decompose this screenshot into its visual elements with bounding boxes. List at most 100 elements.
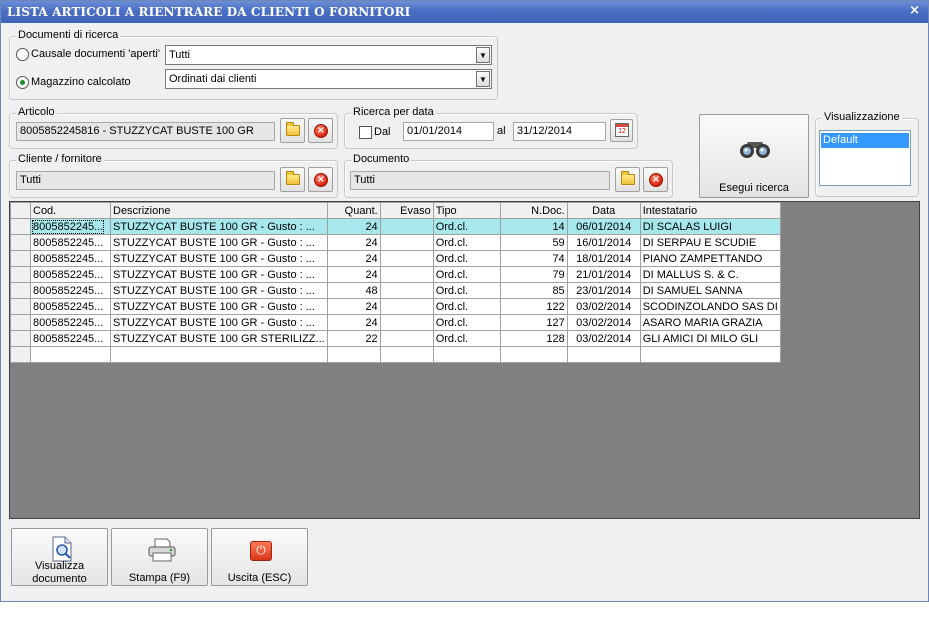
cell-ndoc[interactable]: 74 xyxy=(499,250,568,267)
cell-descrizione[interactable]: STUZZYCAT BUSTE 100 GR - Gusto : ... xyxy=(110,298,328,315)
table-row[interactable]: 8005852245... STUZZYCAT BUSTE 100 GR STE… xyxy=(10,330,781,347)
cell-descrizione[interactable]: STUZZYCAT BUSTE 100 GR STERILIZZ... xyxy=(110,330,328,347)
visualizzazione-item-default[interactable]: Default xyxy=(821,133,909,148)
cell-cod[interactable]: 8005852245... xyxy=(30,330,111,347)
cell-cod[interactable]: 8005852245... xyxy=(30,314,111,331)
cell-cod[interactable]: 8005852245... xyxy=(30,282,111,299)
dal-label[interactable]: Dal xyxy=(374,126,391,138)
cell-intestatario[interactable]: DI SERPAU E SCUDIE xyxy=(639,234,781,251)
cell-data[interactable]: 18/01/2014 xyxy=(566,250,641,267)
cell-descrizione[interactable]: STUZZYCAT BUSTE 100 GR - Gusto : ... xyxy=(110,314,328,331)
row-indicator[interactable] xyxy=(10,298,31,315)
cell-ndoc[interactable] xyxy=(499,346,568,363)
causale-radio[interactable] xyxy=(16,48,29,61)
visualizza-documento-button[interactable]: Visualizza documento xyxy=(11,528,108,586)
cell-intestatario[interactable] xyxy=(639,346,781,363)
title-bar[interactable]: LISTA ARTICOLI A RIENTRARE DA CLIENTI O … xyxy=(1,1,928,23)
col-header-ndoc[interactable]: N.Doc. xyxy=(499,202,568,219)
chevron-down-icon[interactable]: ▼ xyxy=(476,47,490,63)
table-row[interactable]: 8005852245... STUZZYCAT BUSTE 100 GR - G… xyxy=(10,314,781,331)
cell-quant[interactable] xyxy=(326,346,381,363)
table-row[interactable]: 8005852245... STUZZYCAT BUSTE 100 GR - G… xyxy=(10,250,781,267)
dal-date-field[interactable]: 01/01/2014 xyxy=(403,122,494,141)
chevron-down-icon[interactable]: ▼ xyxy=(476,71,490,87)
close-icon[interactable]: × xyxy=(909,3,920,18)
articolo-browse-button[interactable] xyxy=(280,118,305,143)
cliente-browse-button[interactable] xyxy=(280,167,305,192)
row-indicator[interactable] xyxy=(10,234,31,251)
cell-quant[interactable]: 24 xyxy=(326,266,381,283)
stampa-button[interactable]: Stampa (F9) xyxy=(111,528,208,586)
cliente-fornitore-field[interactable]: Tutti xyxy=(16,171,275,190)
cell-ndoc[interactable]: 127 xyxy=(499,314,568,331)
table-row-new[interactable] xyxy=(10,346,781,363)
cliente-clear-button[interactable]: × xyxy=(308,167,333,192)
articolo-clear-button[interactable]: × xyxy=(308,118,333,143)
row-indicator[interactable] xyxy=(10,250,31,267)
cell-quant[interactable]: 24 xyxy=(326,234,381,251)
cell-ndoc[interactable]: 85 xyxy=(499,282,568,299)
cell-ndoc[interactable]: 128 xyxy=(499,330,568,347)
cell-evaso[interactable] xyxy=(379,346,434,363)
cell-tipo[interactable]: Ord.cl. xyxy=(432,314,501,331)
causale-combo[interactable]: Tutti ▼ xyxy=(165,45,492,65)
cell-evaso[interactable] xyxy=(379,282,434,299)
col-header-descrizione[interactable]: Descrizione xyxy=(110,202,328,219)
magazzino-label[interactable]: Magazzino calcolato xyxy=(31,76,131,88)
calendar-button[interactable]: 12 xyxy=(610,119,633,142)
al-date-field[interactable]: 31/12/2014 xyxy=(513,122,606,141)
cell-ndoc[interactable]: 79 xyxy=(499,266,568,283)
cell-data[interactable]: 03/02/2014 xyxy=(566,330,641,347)
table-row[interactable]: 8005852245... STUZZYCAT BUSTE 100 GR - G… xyxy=(10,218,781,235)
row-indicator[interactable] xyxy=(10,266,31,283)
articolo-field[interactable]: 8005852245816 - STUZZYCAT BUSTE 100 GR xyxy=(16,122,275,141)
dal-checkbox[interactable] xyxy=(359,126,372,139)
col-header-tipo[interactable]: Tipo xyxy=(432,202,501,219)
cell-intestatario[interactable]: DI SAMUEL SANNA xyxy=(639,282,781,299)
cell-cod[interactable]: 8005852245... xyxy=(30,234,111,251)
cell-evaso[interactable] xyxy=(379,314,434,331)
cell-evaso[interactable] xyxy=(379,234,434,251)
cell-data[interactable]: 21/01/2014 xyxy=(566,266,641,283)
row-indicator[interactable] xyxy=(10,218,31,235)
table-row[interactable]: 8005852245... STUZZYCAT BUSTE 100 GR - G… xyxy=(10,266,781,283)
col-header-intestatario[interactable]: Intestatario xyxy=(639,202,781,219)
cell-data[interactable]: 03/02/2014 xyxy=(566,298,641,315)
cell-ndoc[interactable]: 59 xyxy=(499,234,568,251)
magazzino-combo[interactable]: Ordinati dai clienti ▼ xyxy=(165,69,492,89)
cell-cod[interactable] xyxy=(30,346,111,363)
cell-quant[interactable]: 48 xyxy=(326,282,381,299)
table-row[interactable]: 8005852245... STUZZYCAT BUSTE 100 GR - G… xyxy=(10,298,781,315)
cell-tipo[interactable]: Ord.cl. xyxy=(432,282,501,299)
row-indicator[interactable] xyxy=(10,330,31,347)
cell-tipo[interactable]: Ord.cl. xyxy=(432,218,501,235)
cell-evaso[interactable] xyxy=(379,218,434,235)
cell-tipo[interactable]: Ord.cl. xyxy=(432,330,501,347)
esegui-ricerca-button[interactable]: Esegui ricerca xyxy=(699,114,809,198)
results-grid[interactable]: Cod. Descrizione Quant. Evaso Tipo N.Doc… xyxy=(9,201,920,519)
cell-evaso[interactable] xyxy=(379,250,434,267)
cell-intestatario[interactable]: DI MALLUS S. & C. xyxy=(639,266,781,283)
cell-descrizione[interactable] xyxy=(110,346,328,363)
causale-label[interactable]: Causale documenti 'aperti' xyxy=(31,48,160,60)
documento-clear-button[interactable]: × xyxy=(643,167,668,192)
row-indicator[interactable] xyxy=(10,346,31,363)
cell-cod[interactable]: 8005852245... xyxy=(30,298,111,315)
col-header-evaso[interactable]: Evaso xyxy=(379,202,434,219)
cell-data[interactable]: 23/01/2014 xyxy=(566,282,641,299)
cell-quant[interactable]: 24 xyxy=(326,298,381,315)
cell-descrizione[interactable]: STUZZYCAT BUSTE 100 GR - Gusto : ... xyxy=(110,234,328,251)
cell-data[interactable]: 03/02/2014 xyxy=(566,314,641,331)
visualizzazione-list[interactable]: Default xyxy=(819,130,911,186)
cell-quant[interactable]: 24 xyxy=(326,218,381,235)
cell-intestatario[interactable]: PIANO ZAMPETTANDO xyxy=(639,250,781,267)
cell-cod[interactable]: 8005852245... xyxy=(30,266,111,283)
cell-quant[interactable]: 24 xyxy=(326,314,381,331)
cell-ndoc[interactable]: 14 xyxy=(499,218,568,235)
cell-tipo[interactable]: Ord.cl. xyxy=(432,234,501,251)
col-header-quant[interactable]: Quant. xyxy=(326,202,381,219)
col-header-cod[interactable]: Cod. xyxy=(30,202,111,219)
documento-browse-button[interactable] xyxy=(615,167,640,192)
cell-cod[interactable]: 8005852245... xyxy=(30,218,111,235)
cell-evaso[interactable] xyxy=(379,298,434,315)
